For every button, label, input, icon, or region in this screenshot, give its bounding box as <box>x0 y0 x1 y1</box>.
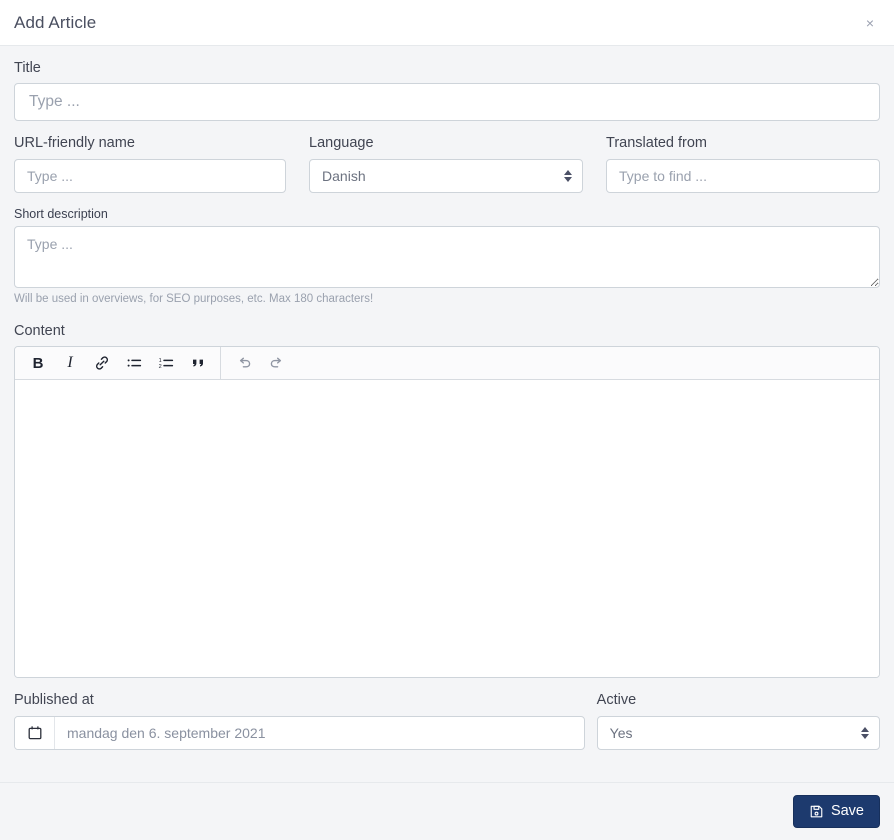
language-select[interactable]: Danish <box>309 158 584 193</box>
save-button-label: Save <box>830 803 864 820</box>
field-short-description: Short description Will be used in overvi… <box>14 207 880 307</box>
content-label: Content <box>14 322 65 339</box>
field-active: Active Yes <box>596 692 880 750</box>
bullet-list-icon[interactable] <box>119 347 149 379</box>
modal-header: Add Article × <box>0 0 894 46</box>
close-icon[interactable]: × <box>860 12 880 34</box>
editor-toolbar-format-group: B I 1 2 <box>15 347 221 380</box>
short-description-label: Short description <box>14 206 108 221</box>
active-select[interactable]: Yes <box>596 715 880 750</box>
url-friendly-name-input[interactable] <box>14 158 287 193</box>
field-translated-from: Translated from <box>606 135 880 193</box>
modal-footer: Save <box>0 782 894 840</box>
field-url-friendly-name: URL-friendly name <box>14 135 287 193</box>
modal-body: Title URL-friendly name Language Danish … <box>0 46 894 782</box>
field-published-at: Published at <box>14 692 585 750</box>
active-label: Active <box>596 692 637 709</box>
row-url-language-translated: URL-friendly name Language Danish Transl… <box>14 135 880 206</box>
redo-icon[interactable] <box>261 347 291 379</box>
translated-from-label: Translated from <box>606 135 708 152</box>
blockquote-icon[interactable] <box>183 347 213 379</box>
numbered-list-icon[interactable]: 1 2 <box>151 347 181 379</box>
language-select-wrap: Danish <box>309 158 584 193</box>
language-label: Language <box>309 135 374 152</box>
floppy-disk-icon <box>809 804 824 819</box>
calendar-icon[interactable] <box>15 716 55 749</box>
undo-icon[interactable] <box>229 347 259 379</box>
short-description-textarea[interactable] <box>14 225 880 288</box>
editor-toolbar: B I 1 2 <box>15 347 879 381</box>
field-title: Title <box>14 60 880 122</box>
page-title: Add Article <box>14 12 97 32</box>
italic-icon[interactable]: I <box>55 347 85 379</box>
translated-from-input[interactable] <box>606 158 880 193</box>
editor-toolbar-history-group <box>221 347 292 379</box>
title-label: Title <box>14 60 41 76</box>
bold-icon[interactable]: B <box>23 347 53 379</box>
field-content: Content B I 1 2 <box>14 322 880 679</box>
published-at-label: Published at <box>14 692 94 709</box>
active-select-wrap: Yes <box>596 715 880 750</box>
title-input[interactable] <box>14 83 880 122</box>
content-editable-area[interactable] <box>15 380 879 678</box>
svg-text:2: 2 <box>158 364 161 370</box>
published-at-input-group <box>14 715 585 750</box>
save-button[interactable]: Save <box>792 795 880 828</box>
published-at-input[interactable] <box>55 716 584 749</box>
short-description-help: Will be used in overviews, for SEO purpo… <box>14 292 374 305</box>
row-published-active: Published at Active Yes <box>14 692 880 750</box>
url-friendly-name-label: URL-friendly name <box>14 135 135 152</box>
field-language: Language Danish <box>309 135 584 193</box>
link-icon[interactable] <box>87 347 117 379</box>
content-editor: B I 1 2 <box>14 346 880 679</box>
